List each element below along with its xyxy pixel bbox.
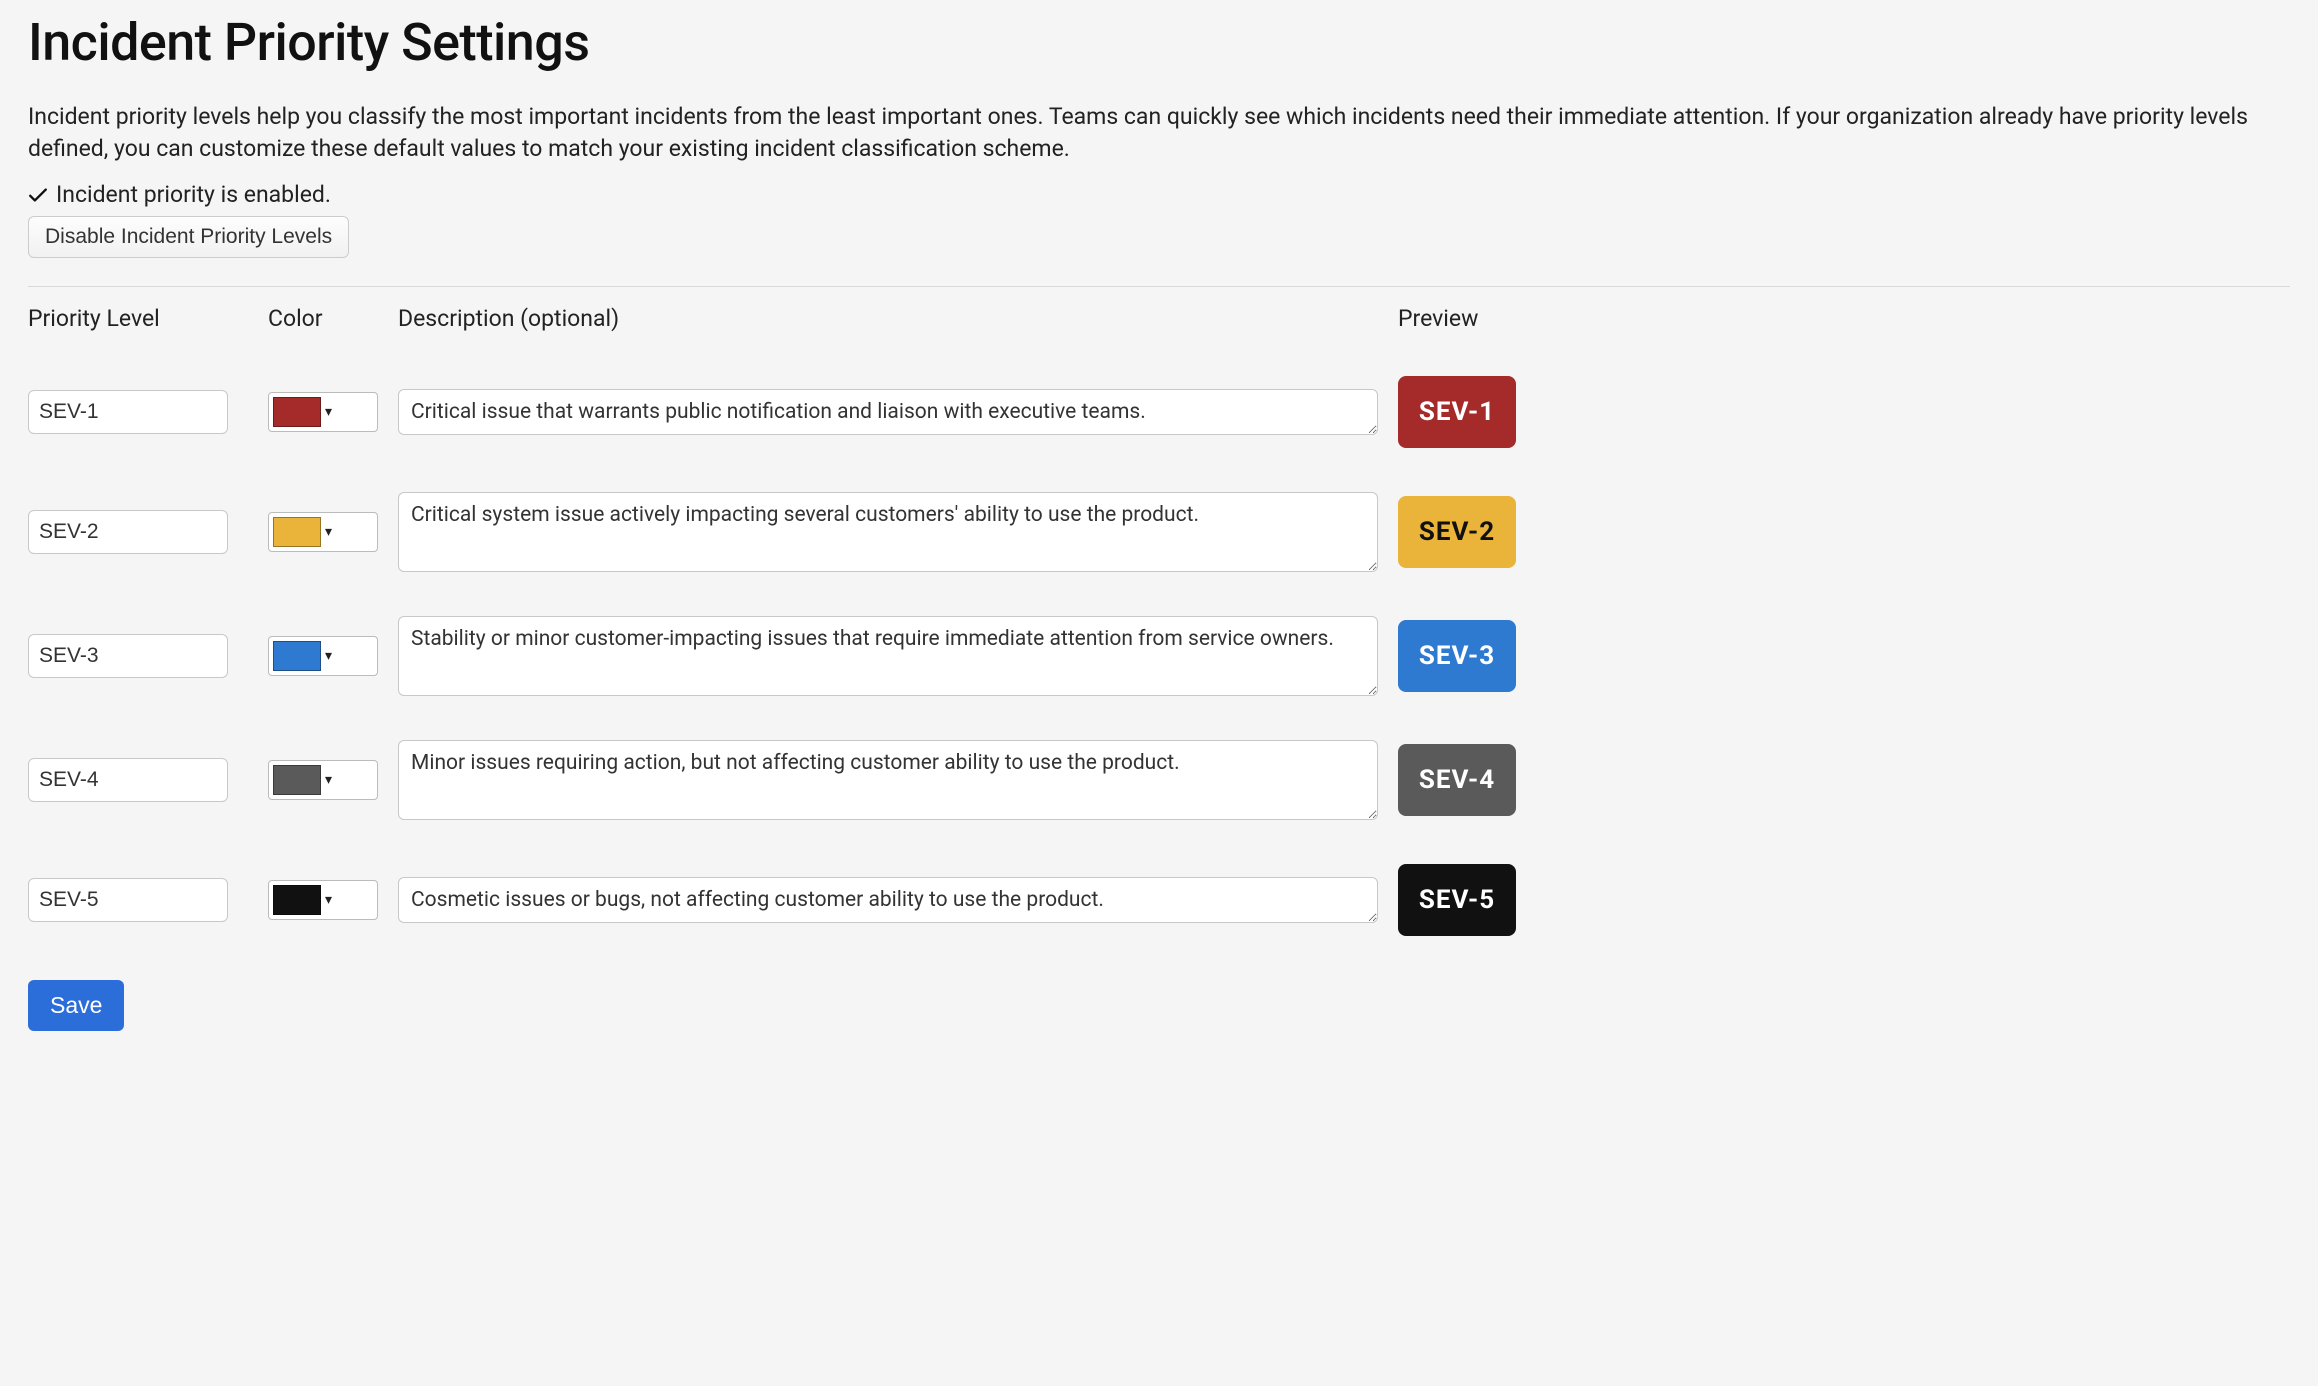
- page-title: Incident Priority Settings: [28, 12, 2290, 73]
- preview-badge: SEV-1: [1398, 376, 1516, 448]
- description-textarea[interactable]: [398, 616, 1378, 696]
- description-textarea[interactable]: [398, 389, 1378, 435]
- chevron-down-icon: ▾: [325, 404, 332, 420]
- level-name-input[interactable]: [28, 878, 228, 922]
- color-swatch: [273, 397, 321, 427]
- preview-badge: SEV-2: [1398, 496, 1516, 568]
- preview-badge: SEV-4: [1398, 744, 1516, 816]
- col-header-preview: Preview: [1398, 305, 1538, 332]
- priority-status: Incident priority is enabled.: [28, 181, 2290, 208]
- description-textarea[interactable]: [398, 877, 1378, 923]
- preview-badge: SEV-3: [1398, 620, 1516, 692]
- preview-badge: SEV-5: [1398, 864, 1516, 936]
- disable-priority-button[interactable]: Disable Incident Priority Levels: [28, 216, 349, 258]
- col-header-description: Description (optional): [398, 305, 1378, 332]
- color-picker[interactable]: ▾: [268, 512, 378, 552]
- divider: [28, 286, 2290, 287]
- priority-status-text: Incident priority is enabled.: [56, 181, 331, 208]
- priority-grid: Priority Level Color Description (option…: [28, 305, 2290, 936]
- chevron-down-icon: ▾: [325, 648, 332, 664]
- chevron-down-icon: ▾: [325, 772, 332, 788]
- color-picker[interactable]: ▾: [268, 392, 378, 432]
- color-swatch: [273, 765, 321, 795]
- level-name-input[interactable]: [28, 758, 228, 802]
- color-picker[interactable]: ▾: [268, 880, 378, 920]
- check-icon: [28, 188, 48, 202]
- description-textarea[interactable]: [398, 492, 1378, 572]
- level-name-input[interactable]: [28, 390, 228, 434]
- color-picker[interactable]: ▾: [268, 636, 378, 676]
- page-intro: Incident priority levels help you classi…: [28, 101, 2290, 165]
- col-header-color: Color: [268, 305, 378, 332]
- chevron-down-icon: ▾: [325, 892, 332, 908]
- color-picker[interactable]: ▾: [268, 760, 378, 800]
- color-swatch: [273, 641, 321, 671]
- color-swatch: [273, 517, 321, 547]
- chevron-down-icon: ▾: [325, 524, 332, 540]
- col-header-level: Priority Level: [28, 305, 248, 332]
- save-button[interactable]: Save: [28, 980, 124, 1031]
- color-swatch: [273, 885, 321, 915]
- level-name-input[interactable]: [28, 634, 228, 678]
- level-name-input[interactable]: [28, 510, 228, 554]
- description-textarea[interactable]: [398, 740, 1378, 820]
